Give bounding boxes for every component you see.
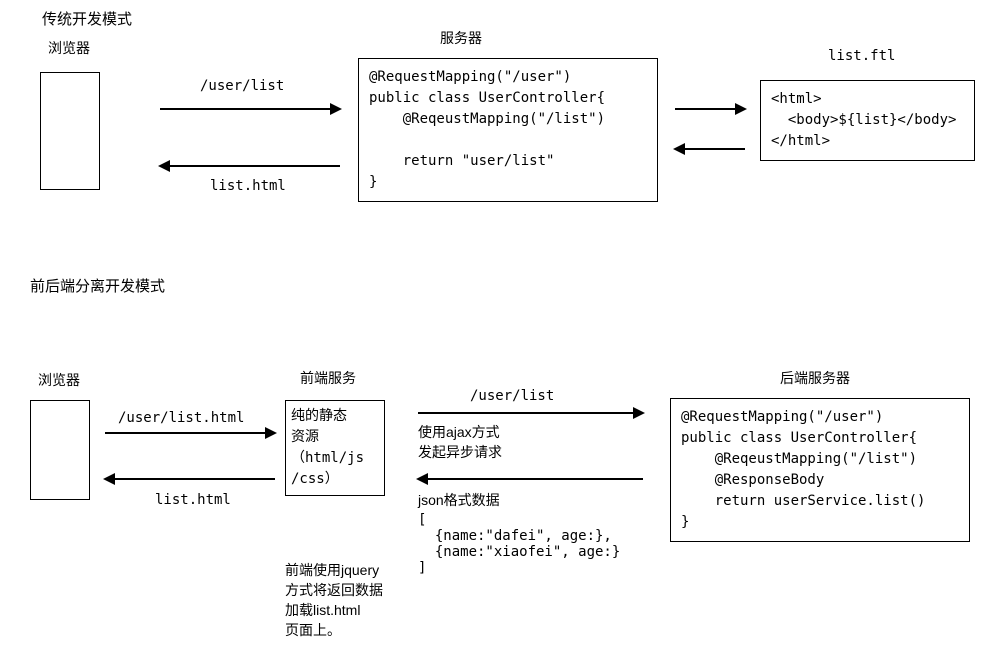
browser-label-2: 浏览器 — [38, 370, 80, 390]
frontend-label: 前端服务 — [300, 368, 356, 388]
arrow-right-3 — [105, 432, 275, 434]
arrow-left-1 — [160, 165, 340, 167]
arrow-label-req-2: /user/list.html — [118, 410, 244, 426]
arrow-label-req-3: /user/list — [470, 388, 554, 404]
backend-label: 后端服务器 — [780, 368, 850, 388]
ajax-note: 使用ajax方式 发起异步请求 — [418, 422, 502, 462]
template-label: list.ftl — [828, 48, 895, 64]
json-label: json格式数据 — [418, 490, 500, 510]
server-label-1: 服务器 — [440, 28, 482, 48]
arrow-right-4 — [418, 412, 643, 414]
server-code-box: @RequestMapping("/user") public class Us… — [358, 58, 658, 202]
template-code-box: <html> <body>${list}</body> </html> — [760, 80, 975, 161]
arrow-label-req-1: /user/list — [200, 78, 284, 94]
arrow-left-4 — [418, 478, 643, 480]
browser-label-1: 浏览器 — [48, 38, 90, 58]
arrow-right-1 — [160, 108, 340, 110]
section1-title: 传统开发模式 — [42, 8, 132, 29]
arrow-label-res-2: list.html — [155, 492, 231, 508]
arrow-right-2 — [675, 108, 745, 110]
browser-box-2 — [30, 400, 90, 500]
arrow-label-res-1: list.html — [210, 178, 286, 194]
frontend-note: 前端使用jquery 方式将返回数据 加载list.html 页面上。 — [285, 560, 383, 640]
arrow-left-3 — [105, 478, 275, 480]
browser-box-1 — [40, 72, 100, 190]
arrow-left-2 — [675, 148, 745, 150]
section2-title: 前后端分离开发模式 — [30, 275, 165, 296]
backend-code-box: @RequestMapping("/user") public class Us… — [670, 398, 970, 542]
json-sample: [ {name:"dafei", age:}, {name:"xiaofei",… — [418, 512, 620, 576]
frontend-box: 纯的静态 资源 （html/js /css） — [285, 400, 385, 496]
